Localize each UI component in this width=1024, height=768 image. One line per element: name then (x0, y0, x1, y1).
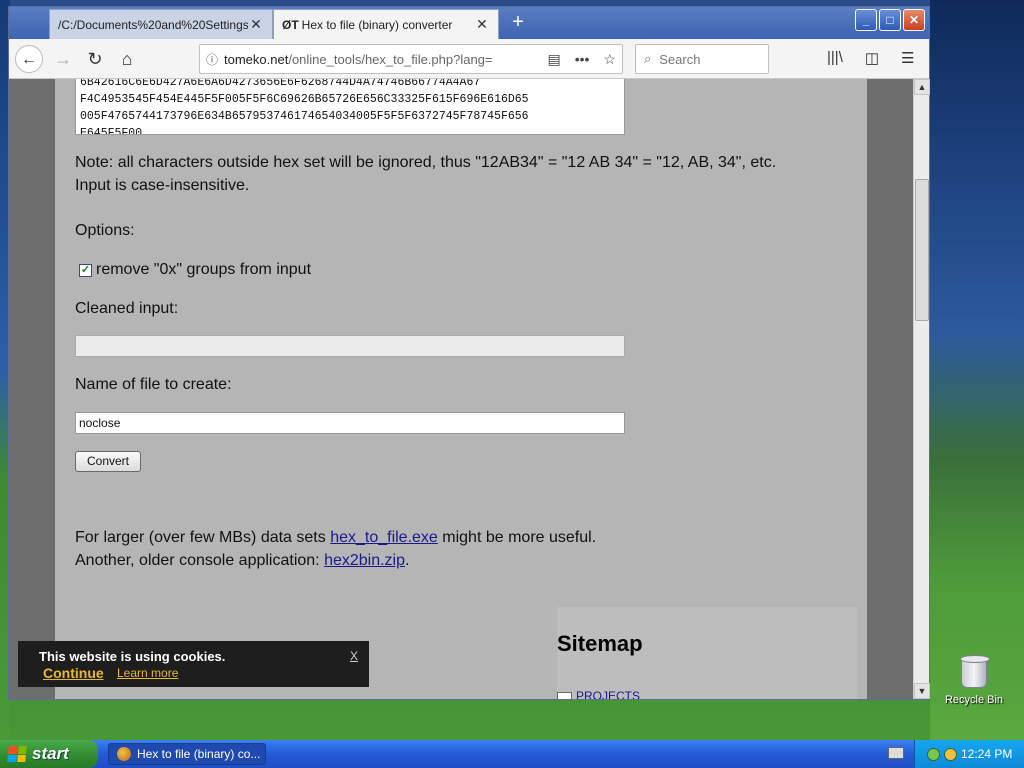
page-viewport: 6B42616C6E6D427A6E6A6D4273656E6F6268744D… (9, 79, 913, 699)
filename-label: Name of file to create: (75, 376, 232, 393)
page-actions-icon[interactable]: ••• (575, 51, 590, 68)
tab-title: /C:/Documents%20and%20Settings/ (58, 17, 248, 32)
tab-bar: /C:/Documents%20and%20Settings/ ✕ ØT Hex… (9, 7, 929, 39)
taskbar-item-label: Hex to file (binary) co... (137, 747, 261, 761)
cookie-banner: This website is using cookies. Continue … (18, 641, 369, 687)
remove-0x-label: remove "0x" groups from input (96, 261, 312, 278)
site-info-icon[interactable]: ⓘ (206, 51, 224, 68)
library-icon[interactable]: |||\ (827, 49, 843, 67)
taskbar-item-browser[interactable]: Hex to file (binary) co... (108, 743, 266, 765)
folder-icon (557, 692, 572, 699)
tab-local-file[interactable]: /C:/Documents%20and%20Settings/ ✕ (49, 9, 273, 39)
sidebar-icon[interactable]: ◫ (865, 49, 879, 67)
remove-0x-option[interactable]: ✓ remove "0x" groups from input (79, 261, 311, 279)
older-app-text: Another, older console application: hex2… (75, 549, 409, 572)
cleaned-input-field[interactable] (75, 335, 625, 357)
bookmark-star-icon[interactable]: ☆ (603, 51, 616, 68)
home-button[interactable]: ⌂ (113, 45, 141, 73)
security-icon[interactable] (944, 747, 957, 761)
back-button[interactable]: ← (15, 45, 43, 73)
close-tab-icon[interactable]: ✕ (248, 16, 264, 33)
cookie-message: This website is using cookies. (39, 649, 226, 664)
start-label: start (32, 744, 69, 763)
hex-line: F4C4953545F454E445F5F005F5F6C69626B65726… (80, 93, 529, 106)
reader-view-icon[interactable]: ▤ (547, 51, 560, 68)
desktop-background-right (930, 0, 1024, 740)
browser-app-icon (117, 747, 131, 761)
forward-button[interactable]: → (49, 45, 77, 73)
recycle-bin-label: Recycle Bin (944, 694, 1004, 706)
navigation-toolbar: ← → ↻ ⌂ ⓘ tomeko.net/online_tools/hex_to… (9, 39, 929, 79)
larger-datasets-text: For larger (over few MBs) data sets hex_… (75, 526, 596, 549)
url-text: tomeko.net/online_tools/hex_to_file.php?… (224, 52, 547, 67)
search-placeholder: Search (659, 51, 701, 67)
page-scrollbar[interactable]: ▲ ▼ (913, 79, 930, 699)
hex2bin-zip-link[interactable]: hex2bin.zip (324, 552, 405, 569)
recycle-bin[interactable]: Recycle Bin (944, 655, 1004, 706)
sitemap-item-projects[interactable]: PROJECTS (557, 689, 640, 699)
page-content: 6B42616C6E6D427A6E6A6D4273656E6F6268744D… (55, 79, 867, 699)
sitemap-panel: Sitemap PROJECTS (557, 607, 857, 699)
search-icon: ⌕ (644, 51, 652, 66)
windows-logo-icon (7, 746, 27, 762)
scrollbar-thumb[interactable] (915, 179, 929, 321)
tab-title: Hex to file (binary) converter (301, 17, 453, 32)
larger-prefix: For larger (over few MBs) data sets (75, 529, 331, 546)
tab-hex-converter[interactable]: ØT Hex to file (binary) converter ✕ (273, 9, 499, 39)
older-suffix: . (405, 552, 410, 569)
hex-input-textarea[interactable]: 6B42616C6E6D427A6E6A6D4273656E6F6268744D… (75, 79, 625, 135)
hex-line: 6B42616C6E6D427A6E6A6D4273656E6F6268744D… (80, 79, 481, 89)
hex-line: E645F5F00 (80, 127, 143, 135)
url-path: /online_tools/hex_to_file.php?lang= (288, 51, 493, 67)
search-box[interactable]: ⌕ Search (635, 44, 769, 74)
address-bar[interactable]: ⓘ tomeko.net/online_tools/hex_to_file.ph… (199, 44, 623, 74)
scroll-up-icon[interactable]: ▲ (914, 79, 930, 95)
filename-input[interactable] (75, 412, 625, 434)
cookie-close-button[interactable]: X (350, 649, 358, 663)
cookie-learn-more-link[interactable]: Learn more (117, 666, 178, 680)
system-tray: 12:24 PM (914, 740, 1024, 768)
options-heading: Options: (75, 222, 135, 239)
new-tab-button[interactable]: + (505, 11, 531, 35)
window-controls: _ □ ✕ (855, 9, 925, 31)
older-prefix: Another, older console application: (75, 552, 325, 569)
network-icon[interactable] (927, 747, 940, 761)
maximize-button[interactable]: □ (879, 9, 901, 31)
minimize-button[interactable]: _ (855, 9, 877, 31)
convert-button[interactable]: Convert (75, 451, 141, 472)
scroll-down-icon[interactable]: ▼ (914, 683, 930, 699)
browser-window: /C:/Documents%20and%20Settings/ ✕ ØT Hex… (8, 6, 930, 700)
cookie-continue-button[interactable]: Continue (43, 665, 104, 681)
site-favicon-icon: ØT (282, 17, 299, 32)
url-host: tomeko.net (224, 51, 289, 67)
larger-suffix: might be more useful. (437, 529, 597, 546)
hex-line: 005F4765744173796E634B657953746174654034… (80, 110, 529, 123)
clock[interactable]: 12:24 PM (961, 747, 1012, 761)
cleaned-input-label: Cleaned input: (75, 300, 179, 317)
projects-link[interactable]: PROJECTS (576, 689, 640, 699)
keyboard-icon[interactable] (888, 747, 904, 759)
recycle-bin-icon (960, 655, 990, 688)
input-note: Note: all characters outside hex set wil… (75, 154, 777, 194)
remove-0x-checkbox[interactable]: ✓ (79, 263, 92, 277)
menu-icon[interactable]: ☰ (901, 49, 914, 67)
sitemap-title: Sitemap (557, 631, 643, 656)
reload-button[interactable]: ↻ (81, 45, 109, 73)
taskbar: start Hex to file (binary) co... 12:24 P… (0, 740, 1024, 768)
start-button[interactable]: start (0, 740, 98, 768)
close-window-button[interactable]: ✕ (903, 9, 925, 31)
close-tab-icon[interactable]: ✕ (474, 16, 490, 33)
hex-to-file-exe-link[interactable]: hex_to_file.exe (330, 529, 438, 546)
